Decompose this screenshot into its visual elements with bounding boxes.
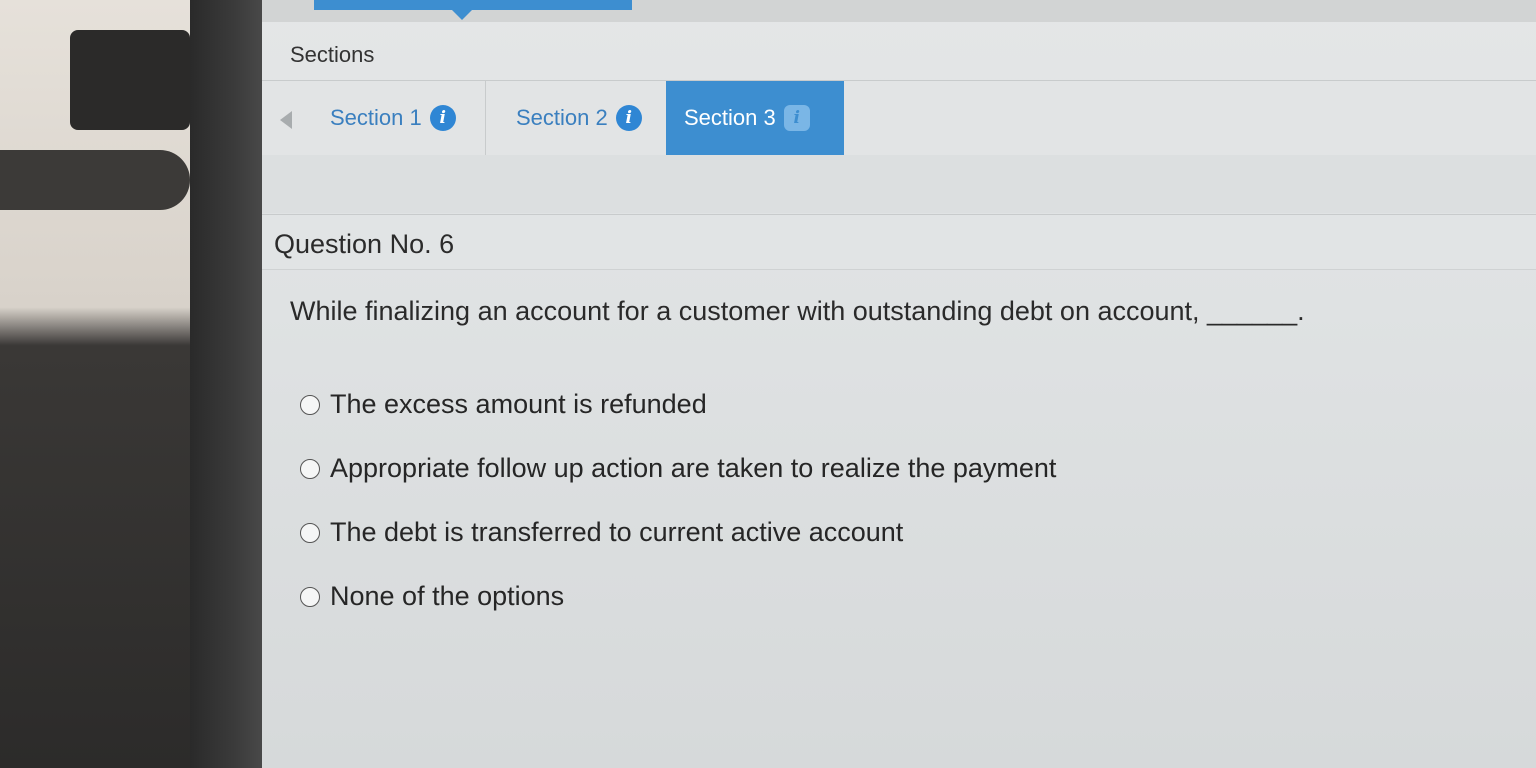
tab-section-3[interactable]: Section 3 i [666, 81, 844, 155]
tab-label: Section 2 [516, 105, 608, 130]
answer-options: The excess amount is refunded Appropriat… [300, 372, 1056, 628]
screen: Sections Section 1 i Section 2 i Section… [262, 0, 1536, 768]
radio-button[interactable] [300, 523, 320, 543]
question-text: While finalizing an account for a custom… [290, 296, 1305, 326]
answer-option[interactable]: Appropriate follow up action are taken t… [300, 436, 1056, 500]
info-icon[interactable]: i [429, 105, 456, 131]
tab-section-2[interactable]: Section 2 i [486, 81, 666, 155]
option-label: The debt is transferred to current activ… [330, 516, 904, 547]
question-header: Question No. 6 [262, 214, 1536, 270]
option-label: The excess amount is refunded [330, 388, 707, 419]
monitor-bezel [190, 0, 265, 768]
section-tabs: Section 1 i Section 2 i Section 3 i [262, 80, 1536, 156]
answer-option[interactable]: The debt is transferred to current activ… [300, 500, 1056, 564]
info-icon[interactable]: i [783, 105, 810, 131]
top-active-indicator [314, 0, 632, 10]
spacer-band [262, 155, 1536, 213]
radio-button[interactable] [300, 587, 320, 607]
desk-background [0, 0, 200, 768]
desk-object [70, 30, 190, 130]
photo-frame: Sections Section 1 i Section 2 i Section… [0, 0, 1536, 768]
top-strip [262, 0, 1536, 22]
desk-shadow [0, 150, 190, 210]
option-label: None of the options [330, 580, 565, 611]
answer-option[interactable]: None of the options [300, 564, 1056, 628]
top-indicator-caret [452, 10, 472, 20]
sections-title: Sections [290, 42, 375, 67]
chevron-left-icon[interactable] [280, 111, 292, 129]
radio-button[interactable] [300, 459, 320, 479]
question-title: Question No. 6 [274, 229, 455, 259]
tab-label: Section 1 [330, 105, 422, 130]
tab-section-1[interactable]: Section 1 i [300, 81, 486, 155]
radio-button[interactable] [300, 395, 320, 415]
tab-label: Section 3 [684, 105, 776, 130]
option-label: Appropriate follow up action are taken t… [330, 452, 1057, 483]
info-icon[interactable]: i [615, 105, 642, 131]
answer-option[interactable]: The excess amount is refunded [300, 372, 1056, 436]
